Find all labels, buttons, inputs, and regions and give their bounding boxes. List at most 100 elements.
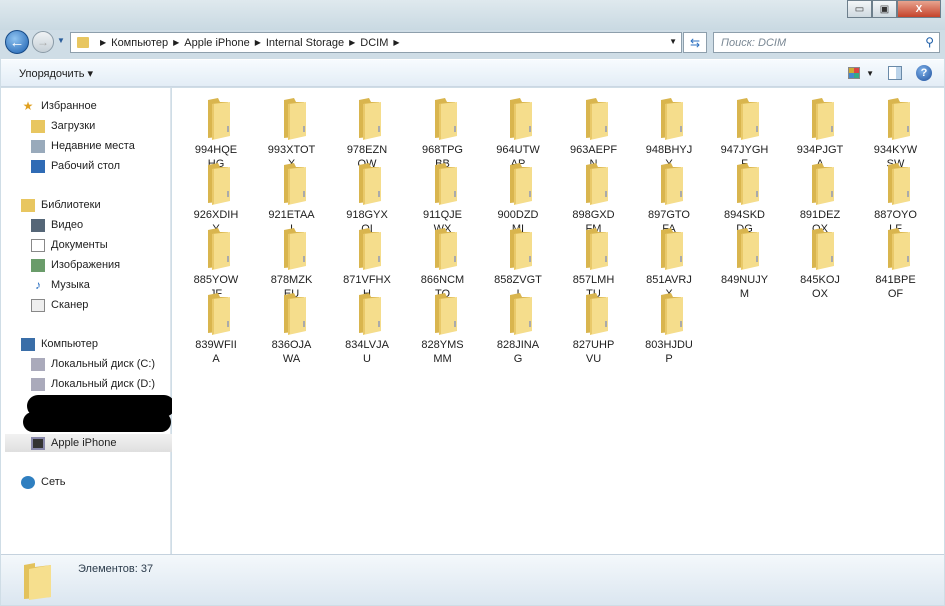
folder-item[interactable]: 836OJAWA (254, 291, 330, 366)
folder-item[interactable]: 891DEZQX (782, 161, 858, 236)
folder-item[interactable]: 803HJDUP (631, 291, 707, 366)
folder-icon (812, 98, 834, 140)
sidebar-favorites[interactable]: ★ Избранное (21, 97, 97, 115)
folder-item[interactable]: 994HQEHG (178, 96, 254, 171)
folder-item[interactable]: 828YMSMM (405, 291, 481, 366)
folder-item[interactable]: 887OYOLF (858, 161, 934, 236)
sidebar-label: Сканер (51, 299, 89, 311)
chevron-right-icon[interactable]: ▶ (255, 38, 261, 47)
sidebar-item-music[interactable]: ♪ Музыка (31, 276, 90, 294)
refresh-button[interactable]: ⇆ (683, 32, 707, 53)
title-bar: ▭ ▣ X (0, 0, 945, 30)
sidebar-item-documents[interactable]: Документы (31, 236, 108, 254)
iphone-icon (31, 436, 45, 450)
forward-button[interactable]: → (32, 31, 54, 53)
folder-item[interactable]: 885YOWJF (178, 226, 254, 301)
folder-icon (434, 98, 457, 140)
chevron-right-icon[interactable]: ▶ (173, 38, 179, 47)
folder-item[interactable]: 894SKDDG (707, 161, 783, 236)
folder-item[interactable]: 851AVRJX (631, 226, 707, 301)
sidebar-label: Локальный диск (D:) (51, 378, 156, 390)
folder-icon (887, 228, 910, 270)
history-dropdown-icon[interactable]: ▼ (57, 36, 65, 45)
folder-item[interactable]: 934PJGTA (782, 96, 858, 171)
view-dropdown-icon[interactable]: ▼ (866, 69, 874, 78)
chevron-right-icon[interactable]: ▶ (393, 38, 399, 47)
sidebar-label: Избранное (41, 100, 97, 112)
chevron-right-icon[interactable]: ▶ (100, 38, 106, 47)
search-icon[interactable]: ⚲ (925, 35, 934, 49)
help-icon[interactable]: ? (916, 65, 932, 81)
folder-item[interactable]: 948BHYJY (631, 96, 707, 171)
sidebar-label: Библиотеки (41, 199, 101, 211)
folder-icon (661, 98, 683, 140)
folder-icon (77, 37, 89, 48)
folder-icon (661, 163, 683, 205)
navigation-pane: ★ Избранное Загрузки Недавние места Рабоч… (1, 88, 175, 554)
folder-icon (208, 163, 230, 205)
back-button[interactable]: ← (5, 30, 29, 54)
folder-item[interactable]: 871VFHXH (329, 226, 405, 301)
folder-item[interactable]: 841BPEOF (858, 226, 934, 301)
folder-item[interactable]: 878MZKEU (254, 226, 330, 301)
search-input[interactable]: Поиск: DCIM ⚲ (713, 32, 940, 53)
folder-item[interactable]: 866NCMTO (405, 226, 481, 301)
crumb-internal-storage[interactable]: Internal Storage (266, 37, 344, 49)
folder-icon (585, 228, 608, 270)
folder-item[interactable]: 828JINAG (480, 291, 556, 366)
folder-item[interactable]: 911QJEWX (405, 161, 481, 236)
crumb-computer[interactable]: Компьютер (111, 37, 168, 49)
crumb-dcim[interactable]: DCIM (360, 37, 388, 49)
chevron-right-icon[interactable]: ▶ (349, 38, 355, 47)
sidebar-item-downloads[interactable]: Загрузки (31, 117, 95, 135)
organize-button[interactable]: Упорядочить ▾ (19, 67, 93, 80)
sidebar-item-apple-iphone[interactable]: Apple iPhone (5, 434, 173, 452)
folder-item[interactable]: 993XTOTX (254, 96, 330, 171)
sidebar-label: Локальный диск (C:) (51, 358, 156, 370)
close-button[interactable]: X (897, 0, 941, 18)
crumb-apple-iphone[interactable]: Apple iPhone (184, 37, 249, 49)
folder-item[interactable]: 849NUJYM (707, 226, 783, 301)
change-view-icon[interactable] (848, 67, 861, 79)
folder-icon (661, 228, 683, 270)
folder-icon (510, 163, 532, 205)
folder-item[interactable]: 921ETAAI (254, 161, 330, 236)
folder-item[interactable]: 857LMHTU (556, 226, 632, 301)
address-dropdown-icon[interactable]: ▼ (669, 37, 677, 46)
sidebar-item-drive-c[interactable]: Локальный диск (C:) (31, 355, 155, 373)
folder-item[interactable]: 845KOJOX (782, 226, 858, 301)
sidebar-item-recent[interactable]: Недавние места (31, 137, 135, 155)
folder-item[interactable]: 858ZVGTI (480, 226, 556, 301)
folder-item[interactable]: 947JYGHF (707, 96, 783, 171)
sidebar-network[interactable]: Сеть (21, 473, 65, 491)
sidebar-label: Компьютер (41, 338, 98, 350)
item-count: Элементов: 37 (78, 563, 154, 575)
address-bar[interactable]: ▶ Компьютер ▶ Apple iPhone ▶ Internal St… (70, 32, 682, 53)
sidebar-libraries[interactable]: Библиотеки (21, 196, 101, 214)
maximize-button[interactable]: ▣ (872, 0, 897, 18)
folder-item[interactable]: 897GTOFA (631, 161, 707, 236)
sidebar-item-desktop[interactable]: Рабочий стол (31, 157, 120, 175)
folder-icon (359, 163, 381, 205)
folder-item[interactable]: 918GYXOI (329, 161, 405, 236)
sidebar-computer[interactable]: Компьютер (21, 335, 98, 353)
folder-item[interactable]: 900DZDMI (480, 161, 556, 236)
sidebar-item-video[interactable]: Видео (31, 216, 83, 234)
sidebar-label: Сеть (41, 476, 66, 488)
folder-item[interactable]: 968TPGBB (405, 96, 481, 171)
folder-item[interactable]: 964UTWAP (480, 96, 556, 171)
preview-pane-icon[interactable] (888, 66, 902, 80)
folder-item[interactable]: 926XDIHY (178, 161, 254, 236)
sidebar-label: Музыка (51, 279, 90, 291)
folder-item[interactable]: 934KYWSW (858, 96, 934, 171)
folder-item[interactable]: 898GXDFM (556, 161, 632, 236)
folder-item[interactable]: 834LVJAU (329, 291, 405, 366)
folder-item[interactable]: 978EZNOW (329, 96, 405, 171)
sidebar-item-pictures[interactable]: Изображения (31, 256, 120, 274)
folder-item[interactable]: 963AEPFN (556, 96, 632, 171)
sidebar-item-scanner[interactable]: Сканер (31, 296, 88, 314)
folder-item[interactable]: 827UHPVU (556, 291, 632, 366)
folder-item[interactable]: 839WFIIA (178, 291, 254, 366)
sidebar-item-drive-d[interactable]: Локальный диск (D:) (31, 375, 155, 393)
minimize-button[interactable]: ▭ (847, 0, 872, 18)
